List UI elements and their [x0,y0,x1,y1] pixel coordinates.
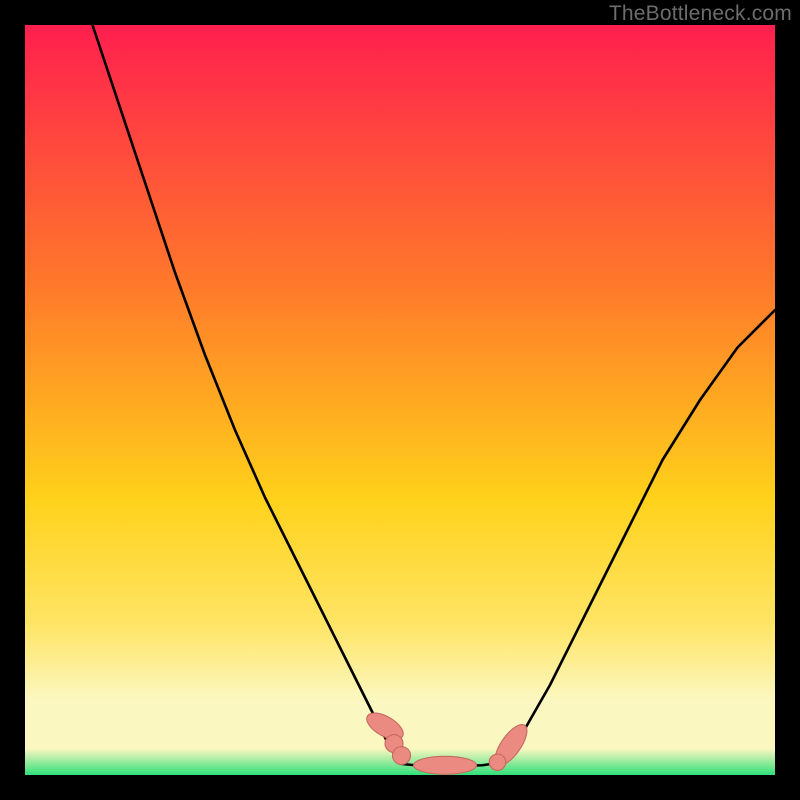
curve-marker [414,756,477,774]
plot-area [25,25,775,775]
curve-layer [25,25,775,775]
curve-marker [393,747,411,765]
curve-marker [489,754,506,770]
watermark-text: TheBottleneck.com [609,2,792,26]
chart-stage: TheBottleneck.com [0,0,800,800]
marker-group [363,708,533,775]
bottleneck-curve [93,25,776,766]
